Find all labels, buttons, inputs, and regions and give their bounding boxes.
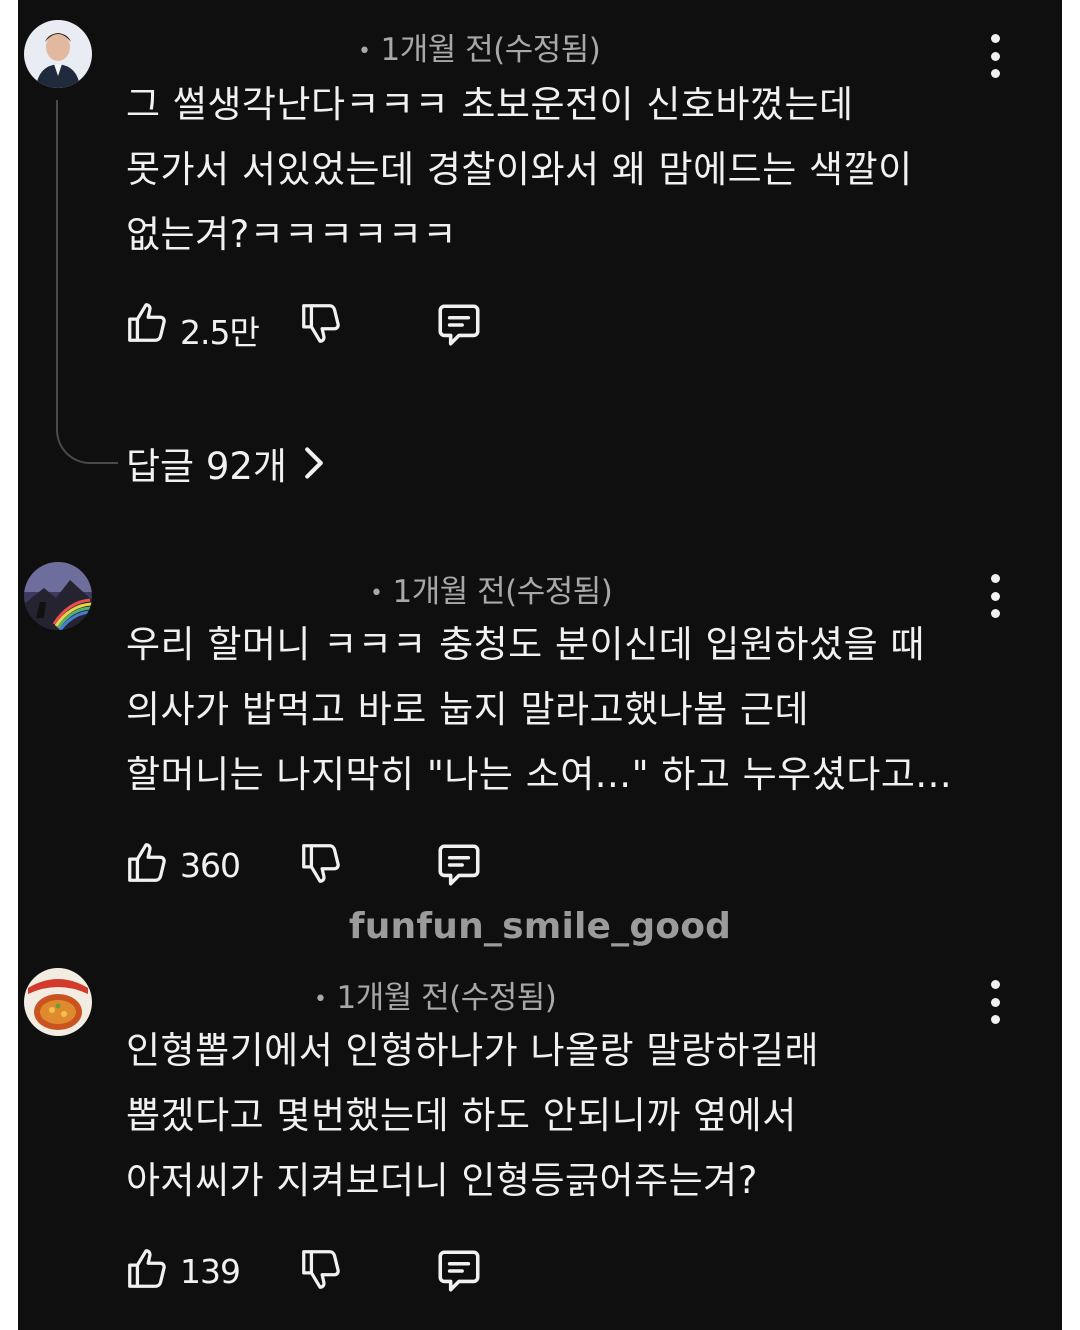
thumbs-up-icon [128, 303, 166, 342]
view-replies-link[interactable]: 답글 92개 [126, 436, 325, 490]
thumbs-down-icon [302, 844, 340, 883]
like-count: 360 [180, 846, 241, 885]
reply-button[interactable] [434, 840, 484, 890]
chevron-right-icon [305, 447, 323, 479]
dislike-button[interactable] [298, 840, 344, 886]
like-count: 2.5만 [180, 313, 260, 352]
comment-actions: 139 [124, 1246, 524, 1300]
comment-timestamp: • 1개월 전(수정됨) [370, 574, 613, 610]
comment-text: 그 썰생각난다ㅋㅋㅋ 초보운전이 신호바꼈는데 못가서 서있었는데 경찰이와서 … [126, 83, 913, 256]
comment-timestamp: • 1개월 전(수정됨) [314, 980, 557, 1016]
thumbs-down-icon [302, 304, 340, 343]
comment-text: 우리 할머니 ㅋㅋㅋ 충청도 분이신데 입원하셨을 때 의사가 밥먹고 바로 눕… [126, 623, 953, 796]
comments-panel: • 1개월 전(수정됨) 그 썰생각난다ㅋㅋㅋ 초보운전이 신호바꼈는데 못가서 … [18, 0, 1062, 1330]
like-button[interactable] [124, 1246, 170, 1292]
comment-text: 인형뽑기에서 인형하나가 나올랑 말랑하길래 뽑겠다고 몇번했는데 하도 안되니… [126, 1029, 820, 1202]
reply-button[interactable] [434, 1246, 484, 1296]
comment-icon [438, 304, 480, 346]
avatar[interactable] [24, 968, 92, 1036]
dislike-button[interactable] [298, 1246, 344, 1292]
like-button[interactable] [124, 840, 170, 886]
avatar[interactable] [24, 20, 92, 88]
reply-button[interactable] [434, 300, 484, 350]
replies-label: 답글 92개 [126, 445, 287, 488]
like-count: 139 [180, 1252, 241, 1291]
comment-icon [438, 844, 480, 886]
comment-icon [438, 1250, 480, 1292]
dislike-button[interactable] [298, 300, 344, 346]
thread-connector [56, 100, 118, 464]
watermark: funfun_smile_good [348, 906, 732, 947]
comment-timestamp: • 1개월 전(수정됨) [358, 32, 601, 68]
comment-actions: 2.5만 [124, 300, 524, 354]
thumbs-down-icon [302, 1250, 340, 1289]
thumbs-up-icon [128, 843, 166, 882]
thumbs-up-icon [128, 1249, 166, 1288]
comment-actions: 360 [124, 840, 524, 894]
avatar[interactable] [24, 562, 92, 630]
like-button[interactable] [124, 300, 170, 346]
